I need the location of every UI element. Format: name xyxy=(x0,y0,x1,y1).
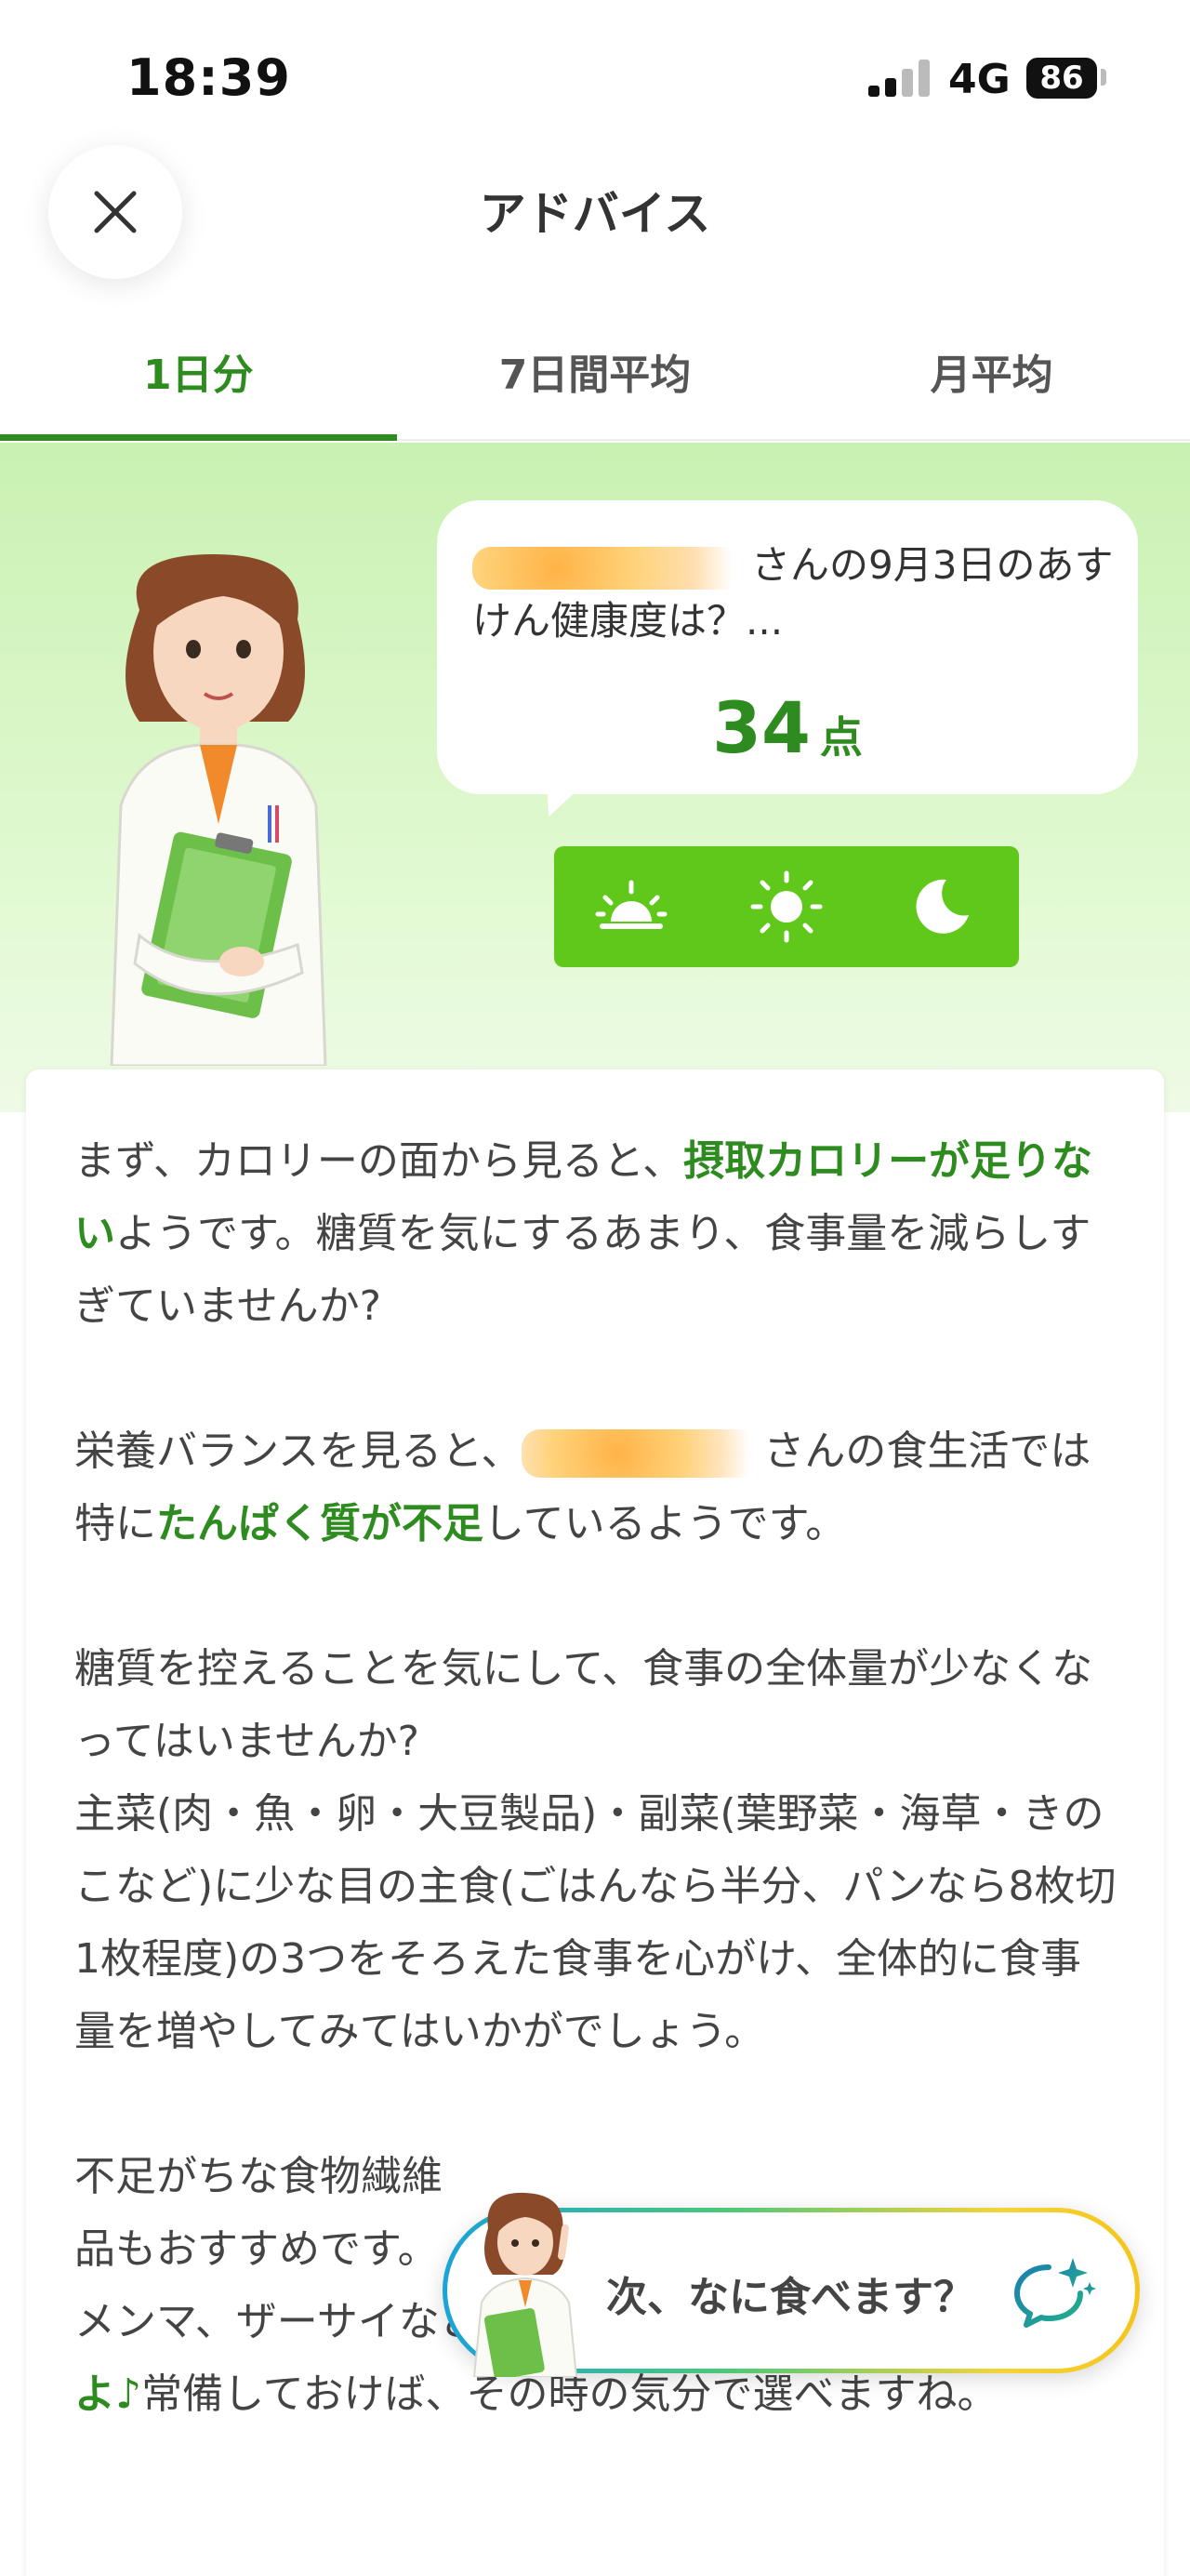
score-value: 34 xyxy=(712,686,811,769)
nutritionist-mini-avatar xyxy=(472,2192,578,2377)
advice-text: ようです。糖質を気にするあまり、食事量を減らしすぎていませんか? xyxy=(74,1210,1091,1330)
advice-paragraph-balance: 栄養バランスを見ると、 さんの食生活では特にたんぱく質が不足しているようです。 xyxy=(74,1415,1117,1560)
network-label: 4G xyxy=(948,56,1011,103)
dinner-button[interactable] xyxy=(900,865,984,949)
speech-bubble: さんの9月3日のあすけん健康度は？... 34 点 xyxy=(437,500,1138,794)
score-unit: 点 xyxy=(819,712,863,763)
advice-text: しているようです。 xyxy=(483,1500,847,1547)
page-title: アドバイス xyxy=(479,187,711,241)
advice-highlight: たんぱく質が不足 xyxy=(156,1500,483,1547)
nutritionist-avatar xyxy=(110,554,327,1066)
health-score: 34 点 xyxy=(437,686,1138,769)
advice-text: まず、カロリーの面から見ると、 xyxy=(74,1137,684,1185)
status-time: 18:39 xyxy=(126,48,291,107)
redacted-username xyxy=(522,1429,764,1478)
ai-chat-sparkle-icon xyxy=(1014,2258,1096,2328)
signal-icon xyxy=(868,60,932,97)
lunch-button[interactable] xyxy=(745,865,828,949)
tab-monthly-average[interactable]: 月平均 xyxy=(793,337,1190,439)
redacted-username xyxy=(472,546,751,590)
moon-icon xyxy=(916,879,969,934)
advice-text: 不足がちな食物繊維 xyxy=(74,2153,443,2200)
meal-time-selector xyxy=(554,846,1019,967)
battery-icon: 86 xyxy=(1026,58,1097,99)
advice-text: 常備しておけば、その時の気分で選べますね。 xyxy=(141,2370,998,2418)
score-hero: さんの9月3日のあすけん健康度は？... 34 点 xyxy=(0,443,1190,1112)
advice-text: 栄養バランスを見ると、 xyxy=(74,1427,522,1475)
sun-icon xyxy=(750,870,823,943)
advice-text: 品もおすすめです。 xyxy=(74,2225,439,2273)
period-tabs: 1日分 7日間平均 月平均 xyxy=(0,337,1190,441)
tab-7day-average[interactable]: 7日間平均 xyxy=(397,337,794,439)
advice-paragraph-calorie: まず、カロリーの面から見ると、摂取カロリーが足りないようです。糖質を気にするあま… xyxy=(74,1125,1117,1343)
breakfast-button[interactable] xyxy=(589,865,673,949)
score-message: さんの9月3日のあすけん健康度は？... xyxy=(472,538,1114,649)
advice-text: 主菜(肉・魚・卵・大豆製品)・副菜(葉野菜・海草・きのこなど)に少な目の主食(ご… xyxy=(74,1790,1117,2055)
advice-paragraph-amount: 糖質を控えることを気にして、食事の全体量が少なくなってはいませんか? xyxy=(74,1633,1117,1778)
ask-label: 次、なに食べます？ xyxy=(606,2274,974,2321)
battery-tip xyxy=(1101,69,1106,86)
sunrise-icon xyxy=(595,880,668,929)
status-bar: 18:39 4G 86 xyxy=(0,0,1190,149)
advice-text: 糖質を控えることを気にして、食事の全体量が少なくなってはいませんか? xyxy=(74,1645,1093,1765)
tab-1day[interactable]: 1日分 xyxy=(0,337,397,441)
advice-paragraph-meal-structure: 主菜(肉・魚・卵・大豆製品)・副菜(葉野菜・海草・きのこなど)に少な目の主食(ご… xyxy=(74,1778,1117,2068)
